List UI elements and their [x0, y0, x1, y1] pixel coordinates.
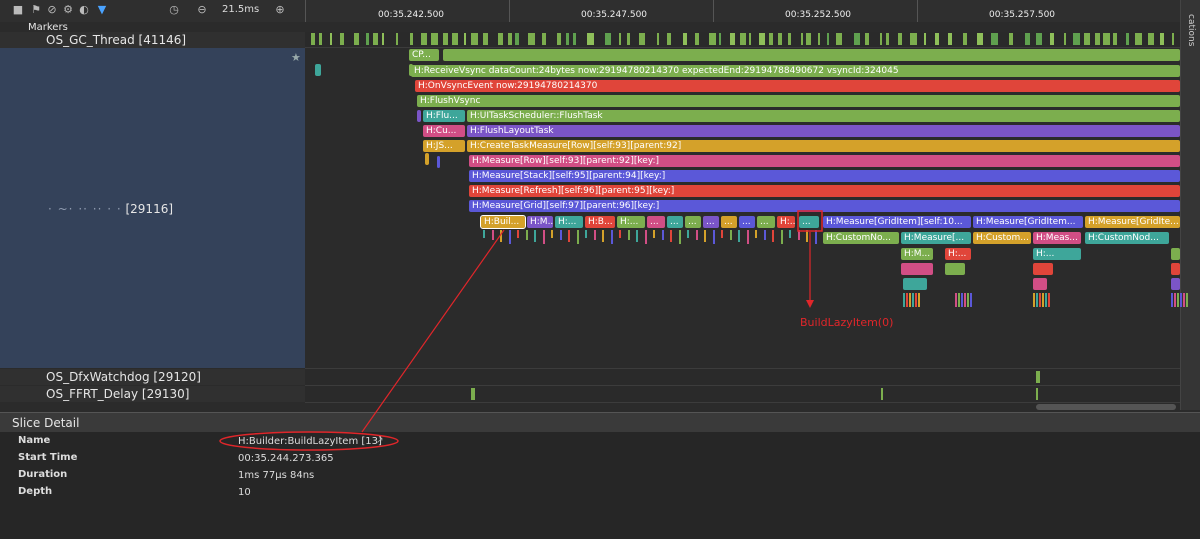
- annotation-link-line: [361, 229, 505, 433]
- annotation-ellipse: [219, 431, 399, 451]
- annotation-overlay: [219, 210, 823, 451]
- annotation-box: [797, 210, 823, 232]
- annotation-arrowhead: [806, 300, 814, 308]
- annotation-label: BuildLazyItem(0): [800, 316, 894, 329]
